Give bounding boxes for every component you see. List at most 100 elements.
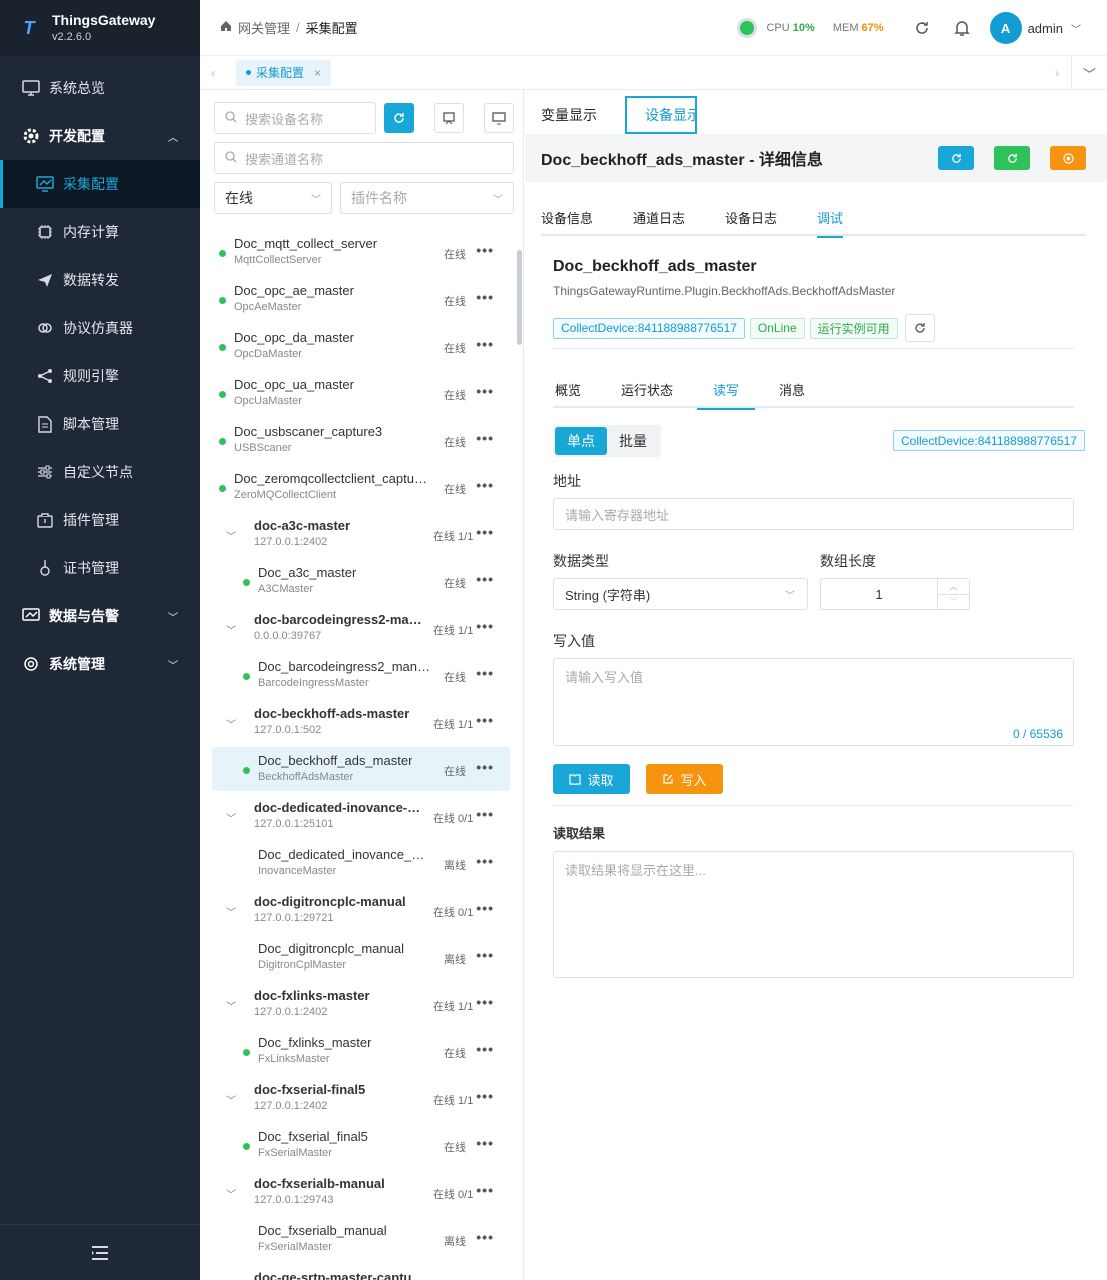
channel-group-row[interactable]: ﹀ doc-fxserialb-manual 127.0.0.1:29743 在线 0… [212,1170,510,1214]
more-icon[interactable]: ••• [476,759,494,775]
channel-group-row[interactable]: ﹀ doc-fxserial-final5 127.0.0.1:2402 在线 1/1… [212,1076,510,1120]
device-row[interactable]: Doc_fxserial_final5 FxSerialMaster 在线 ••• [212,1123,510,1167]
channel-group-row[interactable]: ﹀ doc-a3c-master 127.0.0.1:2402 在线 1/1 ••• [212,512,510,556]
tab-device-view[interactable]: 设备显示 [625,96,697,134]
more-icon[interactable]: ••• [476,1276,494,1280]
chevron-down-icon[interactable]: ﹀ [226,904,236,919]
more-icon[interactable]: ••• [476,242,494,258]
device-row[interactable]: Doc_barcodeingress2_manual BarcodeIngress… [212,653,510,697]
sidebar-item-script[interactable]: 脚本管理 [0,400,200,448]
sidebar-item-data-forward[interactable]: 数据转发 [0,256,200,304]
chevron-down-icon[interactable]: ﹀ [1071,21,1081,36]
sidebar-item-system[interactable]: 系统管理 ﹀ [0,640,200,688]
decrement-icon[interactable]: ﹀ [938,595,969,610]
tab-runtime-status[interactable]: 运行状态 [619,370,675,408]
sync-button[interactable] [384,103,414,133]
sidebar-item-cert[interactable]: 证书管理 [0,544,200,592]
notification-button[interactable] [942,0,982,56]
device-row[interactable]: Doc_a3c_master A3CMaster 在线 ••• [212,559,510,603]
read-button[interactable]: 读取 [553,764,630,794]
device-row[interactable]: Doc_dedicated_inovance_ma... InovanceMast… [212,841,510,885]
device-row[interactable]: Doc_zeromqcollectclient_capture3 ZeroMQCo… [212,465,510,509]
more-icon[interactable]: ••• [476,900,494,916]
more-icon[interactable]: ••• [476,571,494,587]
close-icon[interactable]: × [314,66,321,80]
chevron-down-icon[interactable]: ﹀ [226,622,236,637]
chevron-down-icon[interactable]: ﹀ [226,810,236,825]
collapse-menu-button[interactable] [0,1224,200,1280]
tab-variable-view[interactable]: 变量显示 [541,96,597,134]
write-button[interactable]: 写入 [646,764,723,794]
tab-collect-config[interactable]: 采集配置 × [236,59,332,86]
device-row[interactable]: Doc_mqtt_collect_server MqttCollectServer… [212,230,510,274]
plugin-select[interactable]: 插件名称 ﹀ [340,182,514,214]
monitor-button[interactable] [484,103,514,133]
tab-overview[interactable]: 概览 [553,370,583,408]
search-channel-input[interactable]: 搜索通道名称 [214,142,514,174]
more-icon[interactable]: ••• [476,1135,494,1151]
refresh-button[interactable] [938,146,974,170]
more-icon[interactable]: ••• [476,994,494,1010]
more-icon[interactable]: ••• [476,712,494,728]
tab-channel-log[interactable]: 通道日志 [633,198,685,236]
more-icon[interactable]: ••• [476,1088,494,1104]
tab-read-write[interactable]: 读写 [697,370,756,410]
more-icon[interactable]: ••• [476,383,494,399]
device-row[interactable]: Doc_usbscaner_capture3 USBScaner 在线 ••• [212,418,510,462]
bookmark-button[interactable] [434,103,464,133]
channel-group-row[interactable]: ﹀ doc-barcodeingress2-manual 0.0.0.0:39767… [212,606,510,650]
increment-icon[interactable]: ︿ [938,579,969,595]
sidebar-item-data-alarm[interactable]: 数据与告警 ﹀ [0,592,200,640]
address-input[interactable]: 请输入寄存器地址 [553,498,1074,530]
array-length-stepper[interactable]: 1 ︿ ﹀ [820,578,970,610]
avatar[interactable]: A [989,12,1022,44]
device-row[interactable]: Doc_fxserialb_manual FxSerialMaster 离线 ••• [212,1217,510,1261]
more-icon[interactable]: ••• [476,1182,494,1198]
restart-button[interactable] [994,146,1030,170]
more-icon[interactable]: ••• [476,477,494,493]
user-name[interactable]: admin [1028,21,1063,36]
search-device-input[interactable]: 搜索设备名称 [214,102,376,134]
more-icon[interactable]: ••• [476,430,494,446]
sidebar-item-custom-node[interactable]: 自定义节点 [0,448,200,496]
batch-mode-button[interactable]: 批量 [607,427,659,455]
write-value-textarea[interactable]: 请输入写入值 0 / 65536 [553,658,1074,746]
device-row[interactable]: Doc_opc_ua_master OpcUaMaster 在线 ••• [212,371,510,415]
device-row[interactable]: Doc_digitroncplc_manual DigitronCplMaster… [212,935,510,979]
more-icon[interactable]: ••• [476,1229,494,1245]
channel-group-row[interactable]: ﹀ doc-dedicated-inovance-m... 127.0.0.1:25… [212,794,510,838]
sidebar-item-memory-calc[interactable]: 内存计算 [0,208,200,256]
channel-group-row[interactable]: ﹀ doc-digitroncplc-manual 127.0.0.1:29721 在… [212,888,510,932]
more-icon[interactable]: ••• [476,289,494,305]
single-mode-button[interactable]: 单点 [555,427,607,455]
more-icon[interactable]: ••• [476,336,494,352]
sidebar-item-plugin[interactable]: 插件管理 [0,496,200,544]
more-icon[interactable]: ••• [476,853,494,869]
channel-group-row[interactable]: ﹀doc-ge-srtp-master-capture4在线 0/1••• [212,1264,510,1280]
chevron-down-icon[interactable]: ﹀ [226,528,236,543]
breadcrumb-item[interactable]: 网关管理 [238,18,290,37]
chevron-down-icon[interactable]: ﹀ [226,1092,236,1107]
device-row[interactable]: Doc_beckhoff_ads_master BeckhoffAdsMaster… [212,747,510,791]
tree-scrollbar[interactable] [517,250,522,345]
sidebar-item-overview[interactable]: 系统总览 [0,64,200,112]
more-icon[interactable]: ••• [476,665,494,681]
sidebar-item-rule-engine[interactable]: 规则引擎 [0,352,200,400]
chevron-down-icon[interactable]: ﹀ [226,716,236,731]
tab-debug[interactable]: 调试 [817,198,844,238]
settings-button[interactable] [1050,146,1086,170]
reload-button[interactable] [904,314,935,342]
tab-messages[interactable]: 消息 [777,370,807,408]
home-icon[interactable] [220,20,232,35]
more-icon[interactable]: ••• [476,947,494,963]
channel-group-row[interactable]: ﹀ doc-beckhoff-ads-master 127.0.0.1:502 在线 … [212,700,510,744]
more-icon[interactable]: ••• [476,524,494,540]
device-row[interactable]: Doc_fxlinks_master FxLinksMaster 在线 ••• [212,1029,510,1073]
sidebar-item-simulator[interactable]: 协议仿真器 [0,304,200,352]
more-icon[interactable]: ••• [476,806,494,822]
chevron-left-icon[interactable]: ‹ [200,66,226,80]
read-result-textarea[interactable]: 读取结果将显示在这里... [553,851,1074,978]
chevron-down-icon[interactable]: ﹀ [226,998,236,1013]
data-type-select[interactable]: String (字符串) ﹀ [553,578,808,610]
tab-device-info[interactable]: 设备信息 [541,198,593,236]
